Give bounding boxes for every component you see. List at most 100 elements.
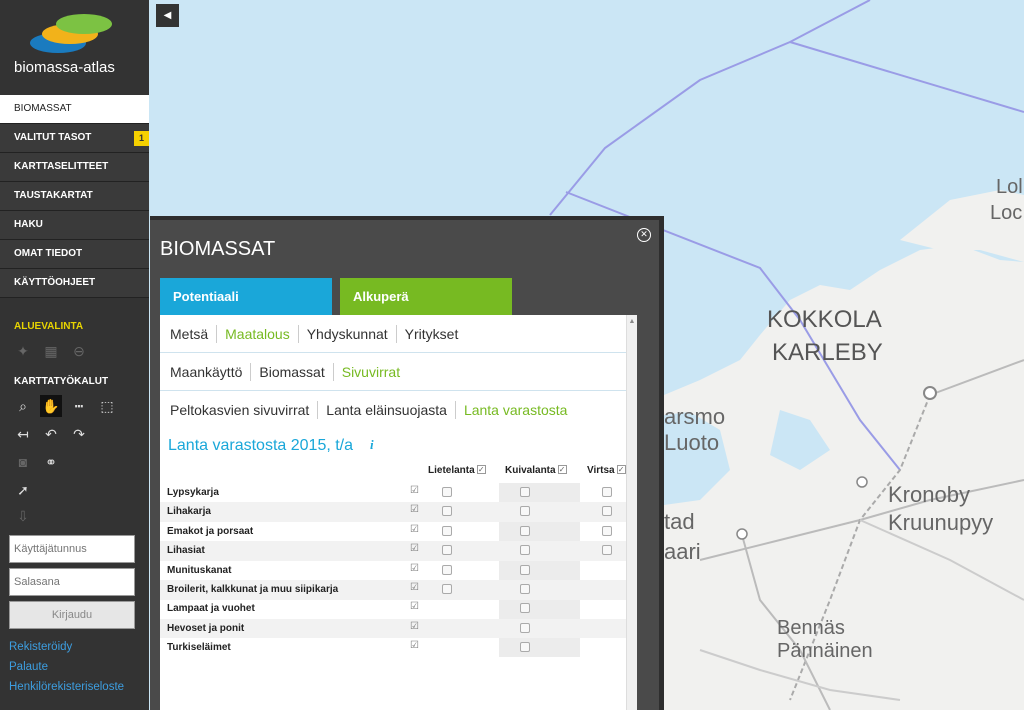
liete-checkbox[interactable] xyxy=(442,487,452,497)
select-all-checkbox[interactable]: ✓ xyxy=(476,465,486,474)
subtab-peltokasvien-sivuvirrat[interactable]: Peltokasvien sivuvirrat xyxy=(162,401,319,419)
scrollbar[interactable]: ▲ xyxy=(626,315,637,710)
kuiva-checkbox[interactable] xyxy=(520,622,530,633)
subtab-biomassat[interactable]: Biomassat xyxy=(251,362,334,381)
feedback-link[interactable]: Palaute xyxy=(0,661,149,673)
map-label-kruunupyy: Kruunupyy xyxy=(888,510,993,535)
scroll-up-icon[interactable]: ▲ xyxy=(627,315,637,325)
row-select-all-checkbox[interactable]: ☑ xyxy=(410,621,420,632)
row-select-all-checkbox[interactable]: ☑ xyxy=(410,505,420,515)
table-row: Lihakarja ☑ xyxy=(160,502,626,522)
row-label: Hevoset ja ponit xyxy=(167,622,245,634)
section-heading: Lanta varastosta 2015, t/a xyxy=(168,437,354,454)
subtab-yhdyskunnat[interactable]: Yhdyskunnat xyxy=(299,324,397,343)
virtsa-checkbox[interactable] xyxy=(602,506,612,517)
grid-select-icon[interactable]: ▦ xyxy=(40,340,62,362)
liete-checkbox[interactable] xyxy=(442,506,452,517)
subtabs-sector: Metsä Maatalous Yhdyskunnat Yritykset xyxy=(160,315,626,353)
map-label-kokkola: KOKKOLA xyxy=(767,306,882,333)
nav-taustakartat[interactable]: TAUSTAKARTAT xyxy=(0,182,149,211)
kuiva-checkbox[interactable] xyxy=(520,584,530,594)
measure-area-icon[interactable]: ⬚ xyxy=(96,395,118,417)
table-row: Emakot ja porsaat ☑ xyxy=(160,522,626,542)
logo[interactable]: biomassa-atlas xyxy=(0,0,149,95)
nav-haku[interactable]: HAKU xyxy=(0,211,149,240)
nav-label: VALITUT TASOT xyxy=(14,132,92,143)
privacy-link[interactable]: Henkilörekisteriseloste xyxy=(0,681,149,693)
measure-line-icon[interactable]: ┅ xyxy=(68,395,90,417)
table-row: Lypsykarja ☑ xyxy=(160,483,626,503)
biomass-panel: BIOMASSAT ✕ Potentiaali Alkuperä Metsä M… xyxy=(150,216,664,710)
kuiva-checkbox[interactable] xyxy=(520,642,530,653)
liete-checkbox[interactable] xyxy=(442,525,452,536)
location-share-icon[interactable]: ➚ xyxy=(12,479,34,501)
table-row: Hevoset ja ponit ☑ xyxy=(160,618,626,639)
undo-icon[interactable]: ↶ xyxy=(40,423,62,445)
nav-biomassat[interactable]: BIOMASSAT xyxy=(0,95,149,124)
kuiva-checkbox[interactable] xyxy=(520,506,530,517)
subtabs-source: Peltokasvien sivuvirrat Lanta eläinsuoja… xyxy=(160,391,626,429)
row-select-all-checkbox[interactable]: ☑ xyxy=(410,563,420,574)
map-label-bennas: Bennäs xyxy=(777,617,845,639)
pan-hand-icon[interactable]: ✋ xyxy=(40,395,62,417)
panel-body: Metsä Maatalous Yhdyskunnat Yritykset Ma… xyxy=(160,315,637,710)
subtabs-category: Maankäyttö Biomassat Sivuvirrat xyxy=(160,353,626,391)
row-select-all-checkbox[interactable]: ☑ xyxy=(410,524,420,535)
register-link[interactable]: Rekisteröidy xyxy=(0,641,149,653)
liete-checkbox[interactable] xyxy=(442,584,452,594)
map-label-tad: tad xyxy=(664,509,695,534)
virtsa-checkbox[interactable] xyxy=(602,525,612,536)
kuiva-checkbox[interactable] xyxy=(520,603,530,614)
download-icon[interactable]: ⇩ xyxy=(12,505,34,527)
virtsa-checkbox[interactable] xyxy=(602,487,612,497)
nav-omat-tiedot[interactable]: OMAT TIEDOT xyxy=(0,240,149,269)
subtab-yritykset[interactable]: Yritykset xyxy=(397,325,467,343)
layer-count-badge: 1 xyxy=(134,131,149,146)
subtab-maankaytto[interactable]: Maankäyttö xyxy=(162,362,252,381)
triangle-left-icon: ◀ xyxy=(163,10,172,21)
row-label: Turkiseläimet xyxy=(167,642,231,654)
select-all-checkbox[interactable]: ✓ xyxy=(557,465,567,474)
kuiva-checkbox[interactable] xyxy=(520,525,530,536)
link-icon[interactable]: ⚭ xyxy=(40,451,62,473)
circle-select-icon[interactable]: ⊖ xyxy=(68,340,90,362)
camera-icon[interactable]: ◙ xyxy=(12,451,34,473)
password-input[interactable] xyxy=(9,568,135,596)
liete-checkbox[interactable] xyxy=(442,564,452,575)
nav-karttaselitteet[interactable]: KARTTASELITTEET xyxy=(0,153,149,182)
select-all-checkbox[interactable]: ✓ xyxy=(616,465,626,474)
login-button[interactable]: Kirjaudu xyxy=(9,601,135,629)
row-label: Emakot ja porsaat xyxy=(167,525,254,537)
row-select-all-checkbox[interactable]: ☑ xyxy=(410,641,420,651)
zoom-box-icon[interactable]: ⌕ xyxy=(12,395,34,417)
nav-valitut-tasot[interactable]: VALITUT TASOT 1 xyxy=(0,124,149,153)
map-label-karleby: KARLEBY xyxy=(772,339,883,366)
subtab-lanta-varastosta[interactable]: Lanta varastosta xyxy=(456,401,576,419)
username-input[interactable] xyxy=(9,535,135,563)
row-select-all-checkbox[interactable]: ☑ xyxy=(410,486,420,496)
map-label-aari: aari xyxy=(664,539,701,564)
row-label: Lihasiat xyxy=(167,545,205,557)
close-icon[interactable]: ✕ xyxy=(637,228,651,242)
row-label: Lypsykarja xyxy=(167,487,219,498)
row-select-all-checkbox[interactable]: ☑ xyxy=(410,602,420,612)
kuiva-checkbox[interactable] xyxy=(520,487,530,497)
kuiva-checkbox[interactable] xyxy=(520,564,530,575)
subtab-lanta-elainsuojasta[interactable]: Lanta eläinsuojasta xyxy=(318,401,456,419)
row-select-all-checkbox[interactable]: ☑ xyxy=(410,583,420,593)
subtab-sivuvirrat[interactable]: Sivuvirrat xyxy=(334,363,408,381)
nav-kayttoohjeet[interactable]: KÄYTTÖOHJEET xyxy=(0,269,149,298)
subtab-metsa[interactable]: Metsä xyxy=(162,324,218,343)
kuiva-checkbox[interactable] xyxy=(520,545,530,556)
region-select-icon[interactable]: ✦ xyxy=(12,340,34,362)
liete-checkbox[interactable] xyxy=(442,545,452,556)
info-icon[interactable]: i xyxy=(370,437,374,453)
zoom-extent-icon[interactable]: ↤ xyxy=(12,423,34,445)
redo-icon[interactable]: ↷ xyxy=(68,423,90,445)
tab-potentiaali[interactable]: Potentiaali xyxy=(160,278,332,315)
virtsa-checkbox[interactable] xyxy=(602,545,612,556)
collapse-sidebar-button[interactable]: ◀ xyxy=(156,4,179,27)
subtab-maatalous[interactable]: Maatalous xyxy=(217,324,299,343)
tab-alkupera[interactable]: Alkuperä xyxy=(340,278,512,315)
row-select-all-checkbox[interactable]: ☑ xyxy=(410,544,420,554)
